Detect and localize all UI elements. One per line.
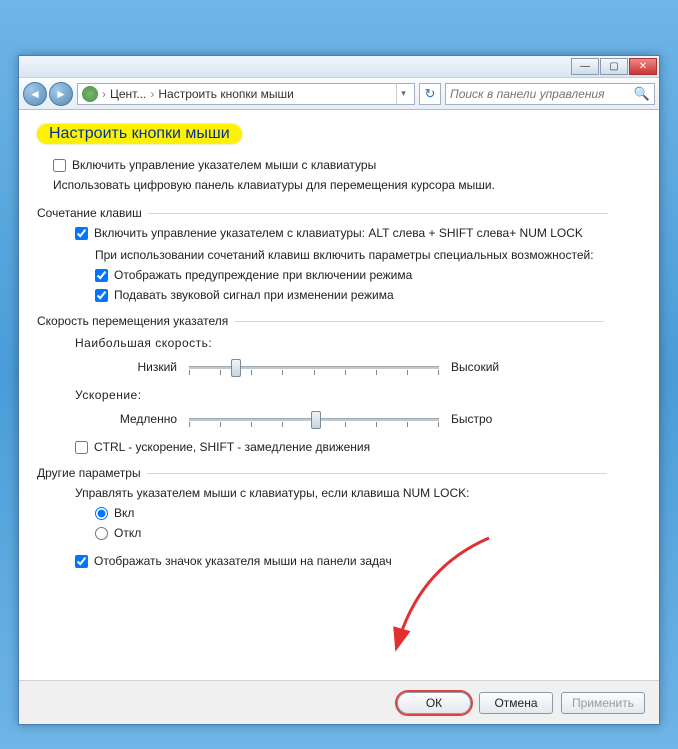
play-sound-checkbox[interactable] [95,289,108,302]
show-warning-label: Отображать предупреждение при включении … [114,268,412,282]
maximize-button[interactable]: ▢ [600,58,628,75]
breadcrumb-dropdown-icon[interactable]: ▾ [396,84,410,104]
enable-mouse-keys-checkbox[interactable] [53,159,66,172]
numlock-on-label: Вкл [114,506,134,520]
numlock-off-radio[interactable] [95,527,108,540]
search-input[interactable] [450,87,634,101]
tray-icon-label: Отображать значок указателя мыши на пане… [94,554,392,568]
cancel-button[interactable]: Отмена [479,692,553,714]
numlock-desc: Управлять указателем мыши с клавиатуры, … [75,486,641,500]
tray-icon-checkbox[interactable] [75,555,88,568]
enable-shortcut-label: Включить управление указателем с клавиат… [94,226,583,240]
ctrl-shift-checkbox[interactable] [75,441,88,454]
footer: ОК Отмена Применить [19,680,659,724]
annotation-arrow [369,528,509,658]
page-title: Настроить кнопки мыши [37,124,242,144]
ctrl-shift-label: CTRL - ускорение, SHIFT - замедление дви… [94,440,370,454]
enable-mouse-keys-label: Включить управление указателем мыши с кл… [72,158,376,172]
refresh-button[interactable]: ↻ [419,83,441,105]
group-other-label: Другие параметры [37,466,641,480]
breadcrumb[interactable]: › Цент... › Настроить кнопки мыши ▾ [77,83,415,105]
breadcrumb-part1[interactable]: Цент... [110,87,146,101]
titlebar: — ▢ ✕ [19,56,659,78]
speed-slider-thumb[interactable] [231,359,241,377]
control-panel-icon [82,86,98,102]
apply-button[interactable]: Применить [561,692,645,714]
numlock-off-label: Откл [114,526,141,540]
breadcrumb-part2[interactable]: Настроить кнопки мыши [158,87,294,101]
show-warning-checkbox[interactable] [95,269,108,282]
content-area: Настроить кнопки мыши Включить управлени… [19,110,659,680]
accel-label: Ускорение: [75,388,641,402]
group-speed-label: Скорость перемещения указателя [37,314,641,328]
speed-slider[interactable] [189,354,439,380]
breadcrumb-sep-icon: › [102,87,106,101]
main-description: Использовать цифровую панель клавиатуры … [53,178,641,192]
accel-slider[interactable] [189,406,439,432]
search-icon[interactable]: 🔍 [634,86,650,102]
group-shortcut-label: Сочетание клавиш [37,206,641,220]
navbar: ◄ ► › Цент... › Настроить кнопки мыши ▾ … [19,78,659,110]
accel-high-label: Быстро [451,412,521,426]
control-panel-window: — ▢ ✕ ◄ ► › Цент... › Настроить кнопки м… [18,55,660,725]
shortcut-description: При использовании сочетаний клавиш включ… [95,248,641,262]
speed-low-label: Низкий [107,360,177,374]
accel-low-label: Медленно [107,412,177,426]
enable-shortcut-checkbox[interactable] [75,227,88,240]
search-box[interactable]: 🔍 [445,83,655,105]
accel-slider-thumb[interactable] [311,411,321,429]
speed-high-label: Высокий [451,360,521,374]
close-button[interactable]: ✕ [629,58,657,75]
numlock-on-radio[interactable] [95,507,108,520]
minimize-button[interactable]: — [571,58,599,75]
ok-button[interactable]: ОК [397,692,471,714]
back-button[interactable]: ◄ [23,82,47,106]
forward-button[interactable]: ► [49,82,73,106]
max-speed-label: Наибольшая скорость: [75,336,641,350]
play-sound-label: Подавать звуковой сигнал при изменении р… [114,288,394,302]
breadcrumb-sep-icon: › [150,87,154,101]
